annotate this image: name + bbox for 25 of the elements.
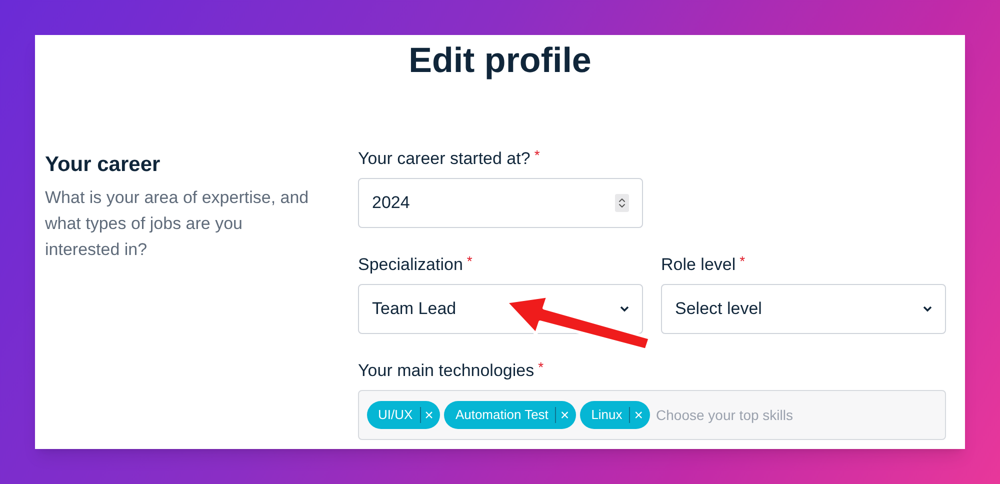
- spinner-icon[interactable]: [615, 194, 629, 212]
- dropdown[interactable]: Select level: [661, 284, 946, 334]
- chevron-icon: [923, 306, 932, 312]
- field-value: 2024: [372, 192, 410, 214]
- section-description: What is your area of expertise, and what types of jobs are you interested in?: [45, 187, 310, 261]
- page-title: Edit profile: [408, 40, 592, 82]
- remove-tag-button[interactable]: ×: [558, 408, 572, 422]
- field-label: Specialization: [358, 254, 463, 276]
- section-title: Your career: [45, 152, 162, 178]
- required-mark: *: [740, 254, 746, 268]
- remove-tag-button[interactable]: ×: [422, 408, 436, 422]
- tag-label: Automation Test: [455, 406, 548, 424]
- chevron-icon: [620, 306, 629, 312]
- placeholder-text: Choose your top skills: [656, 406, 793, 425]
- skills-input[interactable]: UI/UX × Automation Test × Linux × Choose your top skills: [358, 390, 946, 440]
- tag-label: Linux: [591, 406, 622, 424]
- year-input[interactable]: 2024: [358, 178, 643, 228]
- tag-label: UI/UX: [378, 406, 413, 424]
- remove-tag-button[interactable]: ×: [632, 408, 646, 422]
- field-label: Your career started at?: [358, 148, 530, 170]
- required-mark: *: [538, 360, 544, 374]
- required-mark: *: [466, 254, 472, 268]
- field-label: Role level: [661, 254, 736, 276]
- required-mark: *: [534, 148, 540, 162]
- field-label: Your main technologies: [358, 360, 534, 382]
